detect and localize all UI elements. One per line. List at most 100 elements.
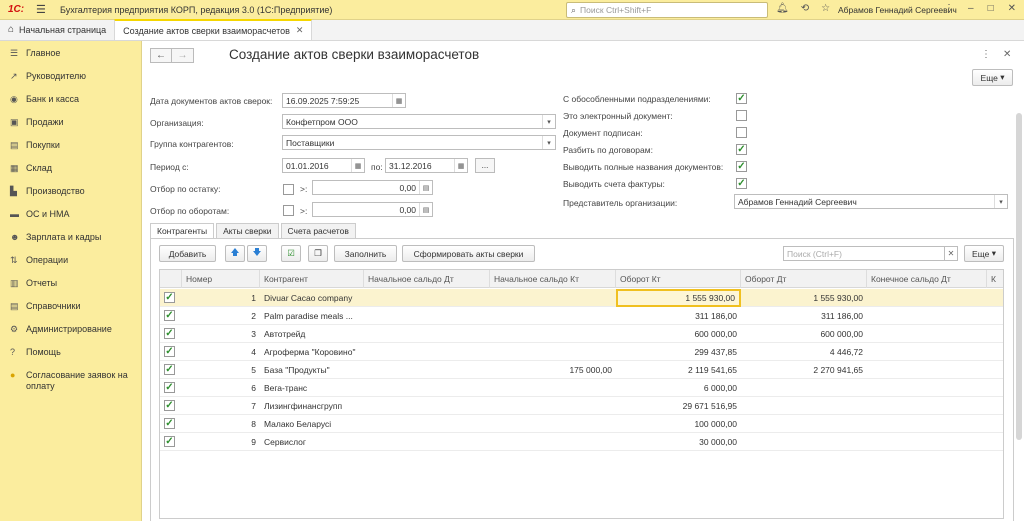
maximize-icon[interactable]: □ [988, 3, 994, 14]
move-up-button[interactable]: 🡅 [225, 245, 245, 262]
table-cell[interactable]: Лизингфинансгрупп [260, 397, 364, 415]
table-cell[interactable]: 5 [182, 361, 260, 379]
table-row[interactable]: ✓ 7 Лизингфинансгрупп 29 671 516,95 [160, 397, 1003, 415]
row-checkbox[interactable]: ✓ [164, 292, 175, 303]
column-header[interactable]: Номер [182, 270, 260, 288]
row-checkbox[interactable]: ✓ [164, 346, 175, 357]
clear-search-icon[interactable]: ✕ [944, 246, 958, 261]
more-actions-icon[interactable]: ⋮ [981, 49, 991, 60]
table-cell[interactable]: 6 [182, 379, 260, 397]
fill-button[interactable]: Заполнить [334, 245, 397, 262]
table-cell[interactable]: 100 000,00 [616, 415, 741, 433]
table-cell[interactable]: 2 270 941,65 [741, 361, 867, 379]
table-cell[interactable]: 1 [182, 289, 260, 307]
row-checkbox[interactable]: ✓ [164, 328, 175, 339]
row-checkbox[interactable]: ✓ [164, 418, 175, 429]
sidebar-item[interactable]: ▤ Покупки [0, 134, 141, 157]
table-cell[interactable] [364, 289, 490, 307]
column-header[interactable]: Конечное сальдо Дт [867, 270, 987, 288]
table-cell[interactable] [364, 307, 490, 325]
calendar-icon[interactable]: ▦ [392, 94, 405, 107]
table-row[interactable]: ✓ 6 Вега-транс 6 000,00 [160, 379, 1003, 397]
option-checkbox[interactable]: ✓ [736, 161, 747, 172]
table-cell[interactable]: 8 [182, 415, 260, 433]
period-from-field[interactable]: 01.01.2016 ▦ [282, 158, 365, 173]
option-checkbox[interactable]: ✓ [736, 178, 747, 189]
table-cell[interactable] [741, 433, 867, 451]
table-row[interactable]: ✓ 3 Автотрейд 600 000,00 600 000,00 [160, 325, 1003, 343]
row-checkbox[interactable]: ✓ [164, 400, 175, 411]
table-cell[interactable] [490, 379, 616, 397]
table-cell[interactable] [364, 397, 490, 415]
table-cell[interactable]: Divuar Cacao company [260, 289, 364, 307]
close-form-icon[interactable]: ✕ [1003, 49, 1011, 60]
table-cell[interactable]: 311 186,00 [741, 307, 867, 325]
row-checkbox[interactable]: ✓ [164, 364, 175, 375]
add-button[interactable]: Добавить [159, 245, 216, 262]
close-tab-icon[interactable]: ✕ [296, 25, 304, 36]
table-more-button[interactable]: Еще ▾ [964, 245, 1004, 262]
turnover-value-field[interactable]: 0,00 ▤ [312, 202, 433, 217]
calendar-icon[interactable]: ▦ [454, 159, 467, 172]
table-cell[interactable] [364, 433, 490, 451]
table-cell[interactable] [741, 397, 867, 415]
sidebar-item[interactable]: ◉ Банк и касса [0, 88, 141, 111]
table-cell[interactable]: 30 000,00 [616, 433, 741, 451]
sidebar-item[interactable]: ↗ Руководителю [0, 65, 141, 88]
sidebar-item[interactable]: ▤ Справочники [0, 295, 141, 318]
table-cell[interactable]: 9 [182, 433, 260, 451]
back-button[interactable]: ← [150, 48, 172, 63]
org-field[interactable]: Конфетпром ООО ▾ [282, 114, 556, 129]
table-search-input[interactable]: Поиск (Ctrl+F) [783, 246, 958, 261]
calculator-icon[interactable]: ▤ [419, 181, 432, 194]
row-checkbox[interactable]: ✓ [164, 436, 175, 447]
vertical-scrollbar[interactable] [1016, 113, 1022, 440]
column-header[interactable]: Начальное сальдо Кт [490, 270, 616, 288]
dropdown-icon[interactable]: ▾ [542, 136, 555, 149]
table-cell[interactable] [364, 379, 490, 397]
move-down-button[interactable]: 🡇 [247, 245, 267, 262]
period-to-field[interactable]: 31.12.2016 ▦ [385, 158, 468, 173]
table-cell[interactable]: 175 000,00 [490, 361, 616, 379]
table-cell[interactable]: 2 119 541,65 [616, 361, 741, 379]
table-cell[interactable]: Palm paradise meals ... [260, 307, 364, 325]
main-menu-icon[interactable]: ☰ [36, 3, 48, 16]
table-cell[interactable]: 1 555 930,00 [616, 289, 741, 307]
table-cell[interactable] [741, 415, 867, 433]
check-all-button[interactable]: ☑ [281, 245, 301, 262]
table-row[interactable]: ✓ 2 Palm paradise meals ... 311 186,00 311 1… [160, 307, 1003, 325]
sidebar-item[interactable]: ☰ Главное [0, 42, 141, 65]
table-cell[interactable] [490, 433, 616, 451]
table-cell[interactable]: База "Продукты" [260, 361, 364, 379]
sidebar-item[interactable]: ▥ Отчеты [0, 272, 141, 295]
table-cell[interactable]: 6 000,00 [616, 379, 741, 397]
tab-accounts[interactable]: Счета расчетов [280, 223, 356, 239]
sidebar-item[interactable]: ▦ Склад [0, 157, 141, 180]
table-row[interactable]: ✓ 1 Divuar Cacao company 1 555 930,00 1 555 … [160, 289, 1003, 307]
table-cell[interactable] [490, 307, 616, 325]
date-field[interactable]: 16.09.2025 7:59:25 ▦ [282, 93, 406, 108]
balance-filter-checkbox[interactable] [283, 184, 294, 195]
close-icon[interactable]: ✕ [1008, 3, 1016, 14]
sidebar-item[interactable]: ⇅ Операции [0, 249, 141, 272]
tab-counterparties[interactable]: Контрагенты [150, 223, 215, 239]
dropdown-icon[interactable]: ▾ [994, 195, 1007, 208]
column-header[interactable]: Начальное сальдо Дт [364, 270, 490, 288]
table-cell[interactable] [490, 415, 616, 433]
table-cell[interactable] [490, 325, 616, 343]
table-cell[interactable]: 3 [182, 325, 260, 343]
option-checkbox[interactable]: ✓ [736, 144, 747, 155]
settings-menu-icon[interactable]: ⋮ [944, 3, 954, 14]
bell-icon[interactable]: 🔔︎ [776, 3, 789, 14]
table-cell[interactable]: 311 186,00 [616, 307, 741, 325]
table-cell[interactable]: Агроферма "Коровино" [260, 343, 364, 361]
table-cell[interactable]: 299 437,85 [616, 343, 741, 361]
table-cell[interactable]: 29 671 516,95 [616, 397, 741, 415]
sidebar-item[interactable]: ⚙ Администрирование [0, 318, 141, 341]
table-cell[interactable] [364, 415, 490, 433]
minimize-icon[interactable]: – [968, 3, 974, 14]
turnover-filter-checkbox[interactable] [283, 205, 294, 216]
table-cell[interactable]: 600 000,00 [616, 325, 741, 343]
table-cell[interactable] [364, 325, 490, 343]
table-row[interactable]: ✓ 5 База "Продукты" 175 000,00 2 119 541,65 2… [160, 361, 1003, 379]
